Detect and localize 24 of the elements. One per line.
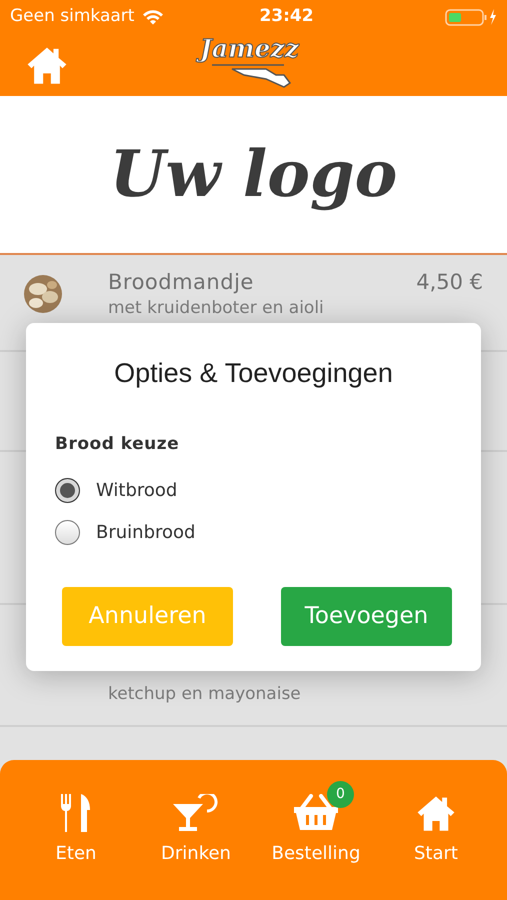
basket-icon bbox=[294, 794, 338, 832]
add-button[interactable]: Toevoegen bbox=[281, 587, 452, 646]
nav-tab[interactable]: Start bbox=[376, 793, 496, 868]
battery-icon bbox=[445, 6, 497, 26]
radio-label[interactable]: Bruinbrood bbox=[96, 519, 196, 546]
radio-button[interactable] bbox=[55, 478, 80, 503]
logo-placeholder-text: Uw logo bbox=[110, 136, 398, 214]
option-group-label: Brood keuze bbox=[55, 432, 180, 456]
nav-tab[interactable]: Drinken bbox=[136, 793, 256, 868]
radio-button[interactable] bbox=[55, 520, 80, 545]
cancel-button[interactable]: Annuleren bbox=[62, 587, 233, 646]
item-name: Broodmandje bbox=[108, 269, 254, 296]
carrier-text: Geen simkaart bbox=[10, 4, 134, 28]
count-badge: 0 bbox=[327, 781, 354, 808]
cocktail-glass-icon bbox=[173, 794, 219, 832]
fork-knife-icon bbox=[59, 794, 93, 832]
wifi-icon bbox=[142, 8, 164, 24]
item-description: ketchup en mayonaise bbox=[108, 682, 302, 706]
dialog-title: Opties & Toevoegingen bbox=[113, 357, 394, 390]
clock-text: 23:42 bbox=[259, 4, 314, 28]
item-price: 4,50 € bbox=[416, 269, 483, 296]
radio-label[interactable]: Witbrood bbox=[96, 477, 178, 504]
item-description: met kruidenboter en aioli bbox=[108, 298, 325, 318]
nav-tab[interactable]: Eten bbox=[16, 793, 136, 868]
